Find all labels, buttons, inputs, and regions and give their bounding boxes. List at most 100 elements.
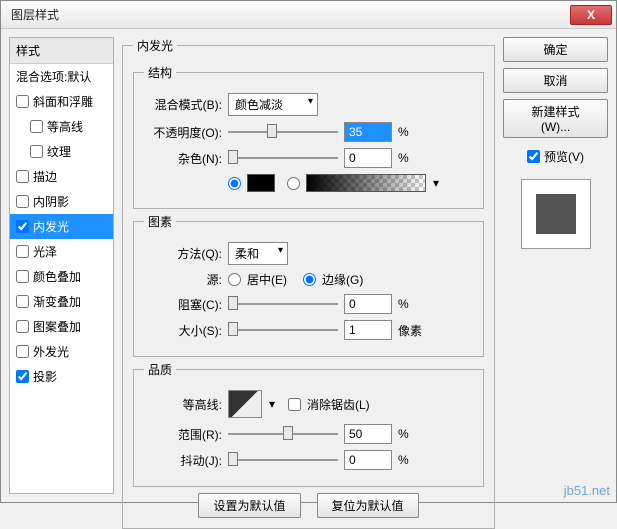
structure-legend: 结构 xyxy=(144,64,176,81)
range-input[interactable]: 50 xyxy=(344,424,392,444)
sidebar-checkbox-12[interactable] xyxy=(16,370,29,383)
quality-legend: 品质 xyxy=(144,361,176,378)
sidebar-label-12: 投影 xyxy=(33,368,57,385)
preview-swatch xyxy=(536,194,576,234)
sidebar-label-1: 斜面和浮雕 xyxy=(33,93,93,110)
sidebar-label-8: 颜色叠加 xyxy=(33,268,81,285)
choke-label: 阻塞(C): xyxy=(144,296,222,313)
sidebar-checkbox-4[interactable] xyxy=(16,170,29,183)
blend-mode-combo[interactable]: 颜色减淡 xyxy=(228,93,318,116)
jitter-slider[interactable] xyxy=(228,452,338,468)
cancel-button[interactable]: 取消 xyxy=(503,68,608,93)
range-slider[interactable] xyxy=(228,426,338,442)
range-label: 范围(R): xyxy=(144,426,222,443)
source-center-radio[interactable]: 居中(E) xyxy=(228,271,287,288)
choke-slider[interactable] xyxy=(228,296,338,312)
sidebar-checkbox-8[interactable] xyxy=(16,270,29,283)
sidebar-item-2[interactable]: 等高线 xyxy=(10,114,113,139)
size-input[interactable]: 1 xyxy=(344,320,392,340)
layer-style-dialog: 图层样式 X 样式 混合选项:默认斜面和浮雕等高线纹理描边内阴影内发光光泽颜色叠… xyxy=(0,0,617,503)
sidebar-checkbox-2[interactable] xyxy=(30,120,43,133)
sidebar-item-1[interactable]: 斜面和浮雕 xyxy=(10,89,113,114)
sidebar-item-12[interactable]: 投影 xyxy=(10,364,113,389)
noise-unit: % xyxy=(398,151,428,165)
sidebar-item-8[interactable]: 颜色叠加 xyxy=(10,264,113,289)
size-slider[interactable] xyxy=(228,322,338,338)
color-radio[interactable] xyxy=(228,177,241,190)
sidebar-label-5: 内阴影 xyxy=(33,193,69,210)
sidebar-header: 样式 xyxy=(10,38,113,64)
main-panel: 内发光 结构 混合模式(B): 颜色减淡 不透明度(O): 35 % 杂色(N) xyxy=(122,37,495,494)
window-title: 图层样式 xyxy=(5,6,59,23)
blend-mode-label: 混合模式(B): xyxy=(144,96,222,113)
jitter-label: 抖动(J): xyxy=(144,452,222,469)
sidebar-label-11: 外发光 xyxy=(33,343,69,360)
sidebar-label-9: 渐变叠加 xyxy=(33,293,81,310)
preview-checkbox[interactable]: 预览(V) xyxy=(503,148,608,165)
noise-slider[interactable] xyxy=(228,150,338,166)
reset-default-button[interactable]: 复位为默认值 xyxy=(317,493,419,518)
sidebar-item-11[interactable]: 外发光 xyxy=(10,339,113,364)
sidebar-item-10[interactable]: 图案叠加 xyxy=(10,314,113,339)
sidebar-label-6: 内发光 xyxy=(33,218,69,235)
make-default-button[interactable]: 设置为默认值 xyxy=(198,493,300,518)
watermark: jb51.net xyxy=(564,483,610,498)
antialias-checkbox[interactable]: 消除锯齿(L) xyxy=(288,396,370,413)
titlebar: 图层样式 X xyxy=(1,1,616,29)
contour-picker[interactable] xyxy=(228,390,262,418)
opacity-input[interactable]: 35 xyxy=(344,122,392,142)
sidebar-checkbox-5[interactable] xyxy=(16,195,29,208)
method-combo[interactable]: 柔和 xyxy=(228,242,288,265)
elements-legend: 图素 xyxy=(144,213,176,230)
right-column: 确定 取消 新建样式(W)... 预览(V) xyxy=(503,37,608,494)
noise-input[interactable]: 0 xyxy=(344,148,392,168)
sidebar-item-4[interactable]: 描边 xyxy=(10,164,113,189)
jitter-input[interactable]: 0 xyxy=(344,450,392,470)
inner-glow-group: 内发光 结构 混合模式(B): 颜色减淡 不透明度(O): 35 % 杂色(N) xyxy=(122,37,495,529)
sidebar-item-5[interactable]: 内阴影 xyxy=(10,189,113,214)
close-button[interactable]: X xyxy=(570,5,612,25)
structure-group: 结构 混合模式(B): 颜色减淡 不透明度(O): 35 % 杂色(N): xyxy=(133,64,484,209)
opacity-slider[interactable] xyxy=(228,124,338,140)
opacity-unit: % xyxy=(398,125,428,139)
sidebar-label-2: 等高线 xyxy=(47,118,83,135)
sidebar-checkbox-3[interactable] xyxy=(30,145,43,158)
jitter-unit: % xyxy=(398,453,428,467)
sidebar-label-4: 描边 xyxy=(33,168,57,185)
gradient-swatch[interactable] xyxy=(306,174,426,192)
color-swatch[interactable] xyxy=(247,174,275,192)
sidebar-checkbox-10[interactable] xyxy=(16,320,29,333)
opacity-label: 不透明度(O): xyxy=(144,124,222,141)
ok-button[interactable]: 确定 xyxy=(503,37,608,62)
sidebar-checkbox-11[interactable] xyxy=(16,345,29,358)
close-icon: X xyxy=(587,8,595,22)
sidebar-label-10: 图案叠加 xyxy=(33,318,81,335)
panel-title: 内发光 xyxy=(133,37,177,54)
sidebar-checkbox-7[interactable] xyxy=(16,245,29,258)
sidebar-checkbox-1[interactable] xyxy=(16,95,29,108)
size-label: 大小(S): xyxy=(144,322,222,339)
sidebar-item-9[interactable]: 渐变叠加 xyxy=(10,289,113,314)
sidebar-label-3: 纹理 xyxy=(47,143,71,160)
sidebar-item-3[interactable]: 纹理 xyxy=(10,139,113,164)
range-unit: % xyxy=(398,427,428,441)
contour-label: 等高线: xyxy=(144,396,222,413)
preview-box xyxy=(521,179,591,249)
source-edge-radio[interactable]: 边缘(G) xyxy=(303,271,363,288)
sidebar-item-6[interactable]: 内发光 xyxy=(10,214,113,239)
sidebar-item-7[interactable]: 光泽 xyxy=(10,239,113,264)
elements-group: 图素 方法(Q): 柔和 源: 居中(E) 边缘(G) 阻塞(C): 0 xyxy=(133,213,484,357)
method-label: 方法(Q): xyxy=(144,245,222,262)
sidebar-checkbox-9[interactable] xyxy=(16,295,29,308)
gradient-radio[interactable] xyxy=(287,177,300,190)
sidebar-label-7: 光泽 xyxy=(33,243,57,260)
size-unit: 像素 xyxy=(398,322,428,339)
source-label: 源: xyxy=(144,271,222,288)
sidebar-item-0[interactable]: 混合选项:默认 xyxy=(10,64,113,89)
sidebar-label-0: 混合选项:默认 xyxy=(16,68,91,85)
quality-group: 品质 等高线: 消除锯齿(L) 范围(R): 50 % 抖动(J): xyxy=(133,361,484,487)
sidebar-checkbox-6[interactable] xyxy=(16,220,29,233)
new-style-button[interactable]: 新建样式(W)... xyxy=(503,99,608,138)
choke-input[interactable]: 0 xyxy=(344,294,392,314)
choke-unit: % xyxy=(398,297,428,311)
